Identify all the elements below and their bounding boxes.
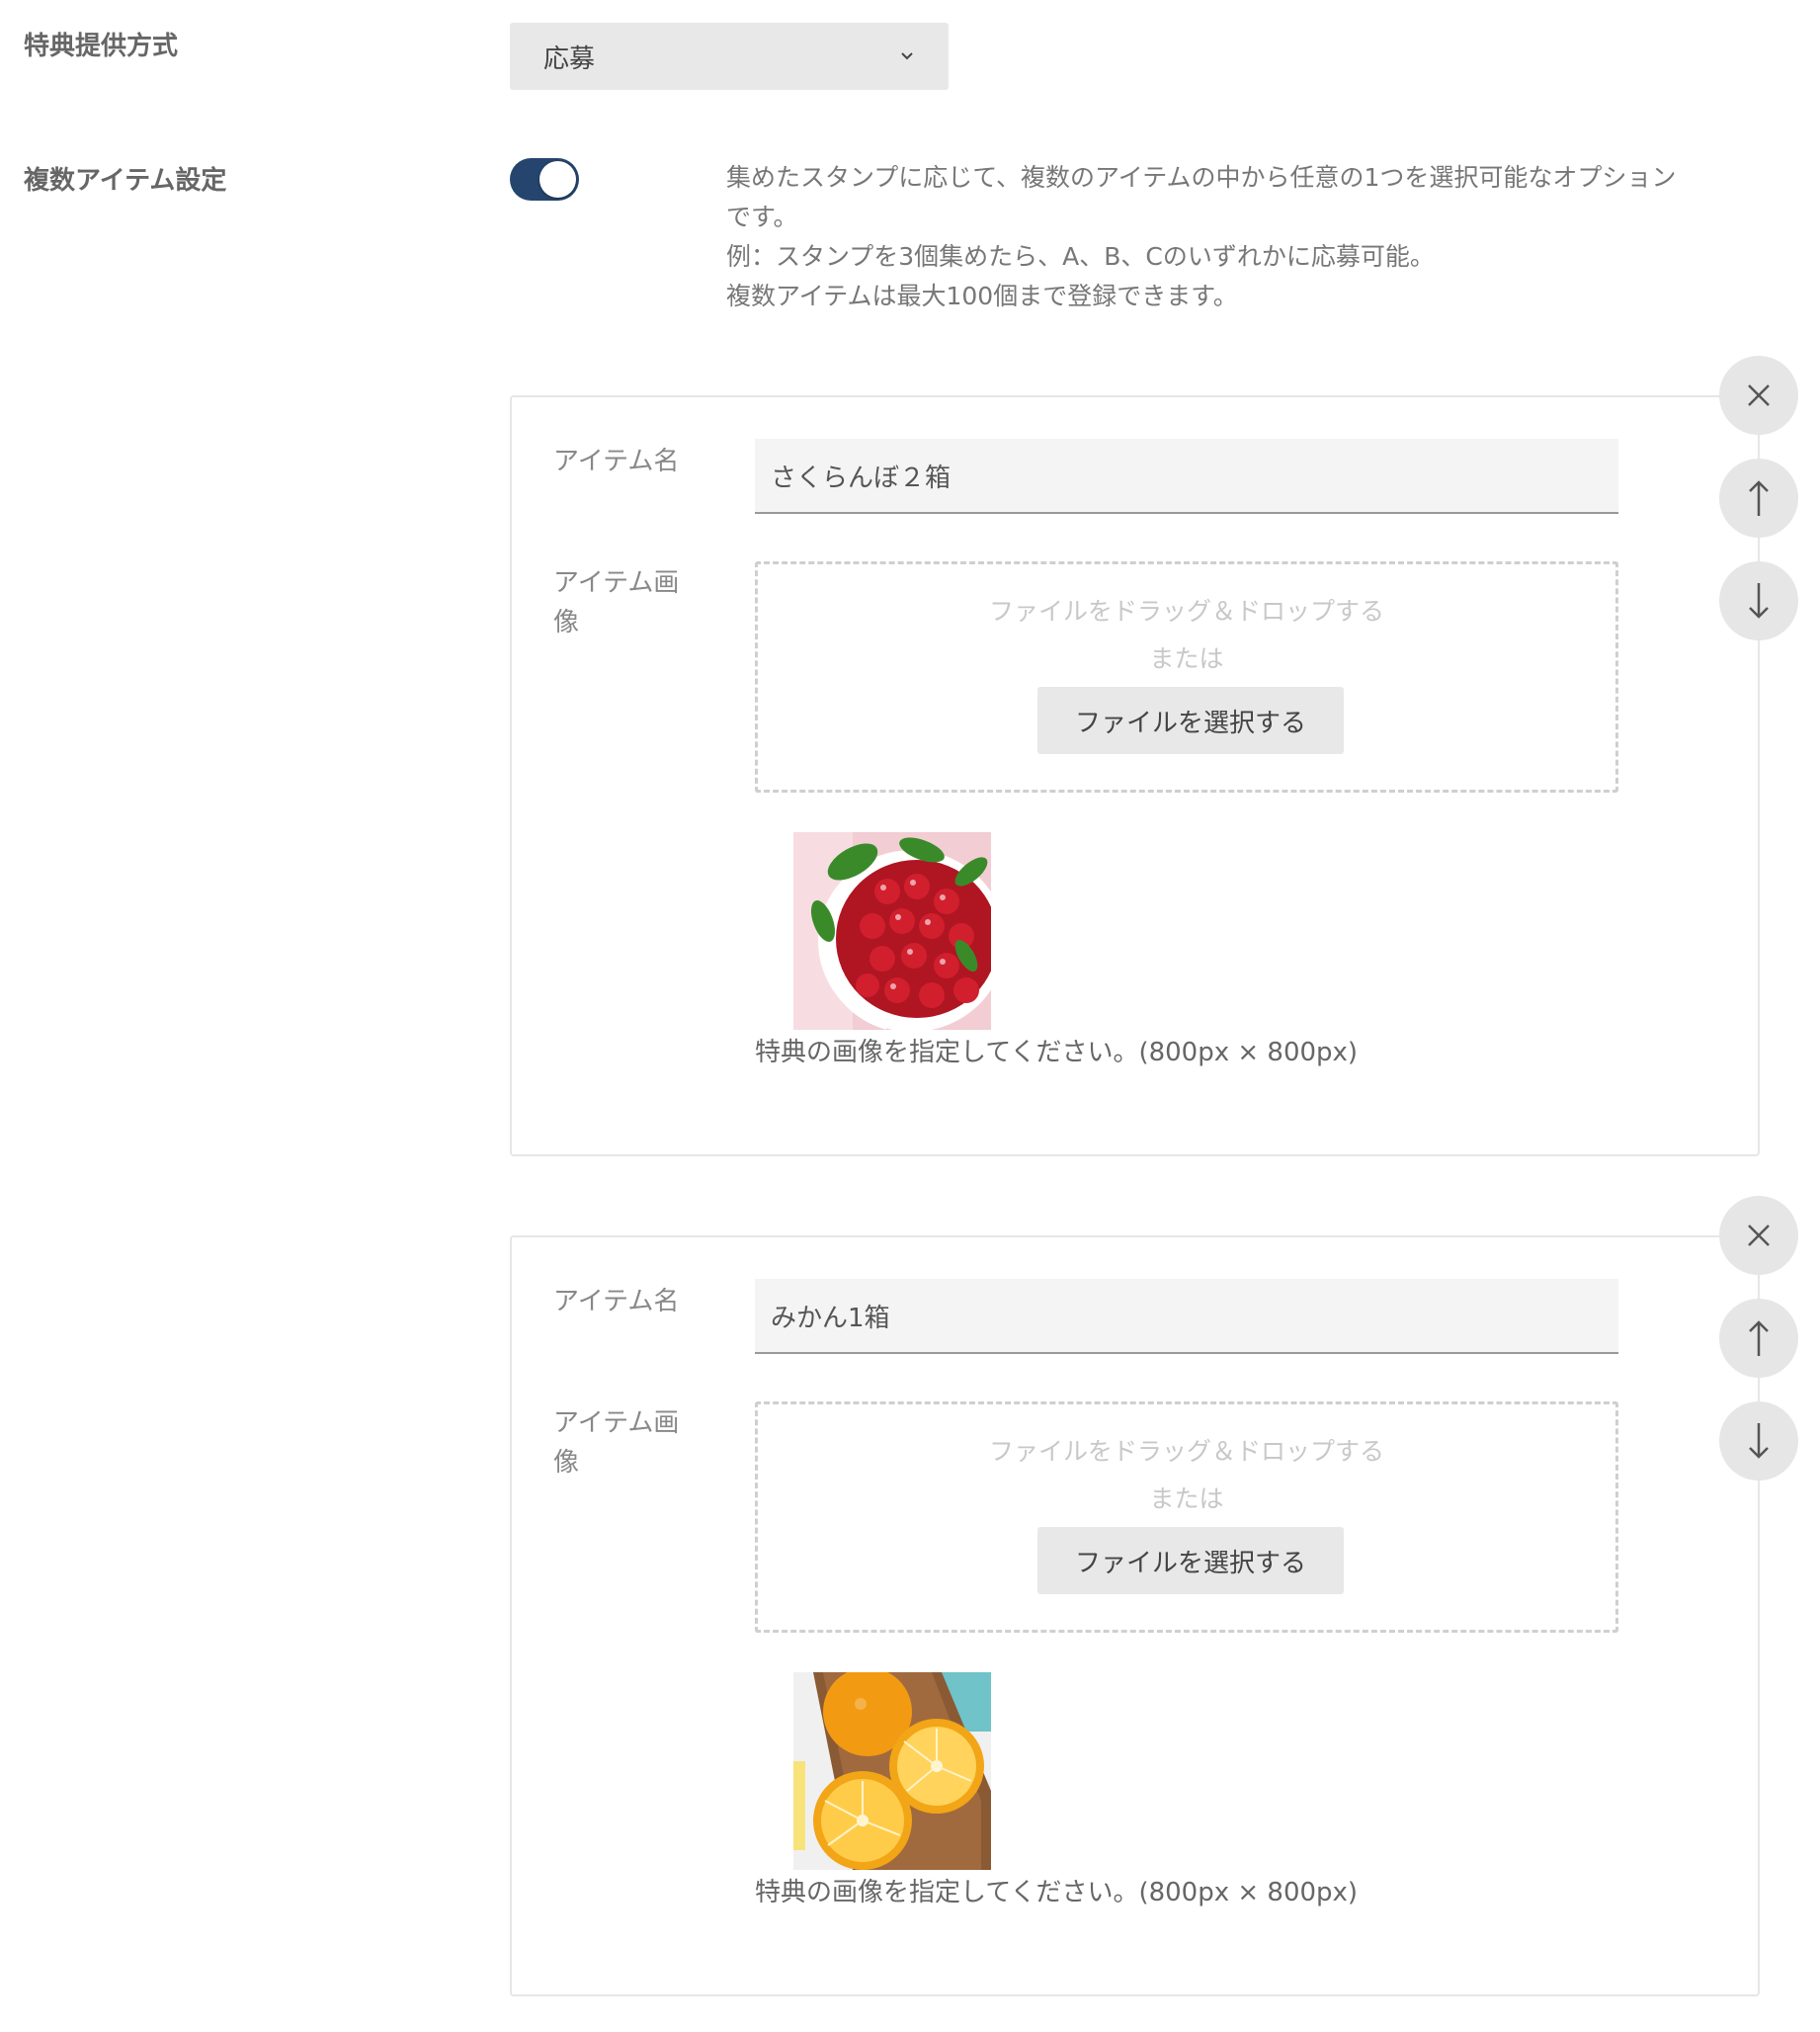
benefit-method-select[interactable]: 応募 [510,23,949,90]
item-card: アイテム名 みかん1箱 アイテム画像 ファイルをドラッグ＆ドロップする または … [510,1235,1760,1996]
image-hint: 特典の画像を指定してください。(800px × 800px) [755,1878,1359,1907]
dropzone-drag-text: ファイルをドラッグ＆ドロップする [988,1437,1384,1466]
select-file-button[interactable]: ファイルを選択する [1037,687,1344,754]
item-name-label: アイテム名 [553,1287,680,1316]
remove-item-button[interactable] [1719,1196,1798,1275]
item-name-value: さくらんぼ２箱 [771,463,951,493]
toggle-knob [539,161,576,198]
move-down-button[interactable] [1719,561,1798,640]
item-name-label: アイテム名 [553,447,680,476]
remove-item-button[interactable] [1719,356,1798,435]
item-card: アイテム名 さくらんぼ２箱 アイテム画像 ファイルをドラッグ＆ドロップする また… [510,395,1760,1156]
image-hint: 特典の画像を指定してください。(800px × 800px) [755,1038,1359,1067]
dropzone-or-text: または [1149,1484,1224,1513]
benefit-method-value: 応募 [543,43,596,74]
arrow-down-icon [1749,1423,1769,1459]
file-dropzone[interactable]: ファイルをドラッグ＆ドロップする または ファイルを選択する [755,561,1618,793]
dropzone-or-text: または [1149,644,1224,673]
arrow-up-icon [1749,1320,1769,1356]
dropzone-drag-text: ファイルをドラッグ＆ドロップする [988,597,1384,626]
description-line: です。 [726,203,798,231]
multi-item-description: 集めたスタンプに応じて、複数のアイテムの中から任意の1つを選択可能なオプション … [726,158,1764,316]
item-name-input[interactable]: さくらんぼ２箱 [755,439,1618,514]
arrow-up-icon [1749,480,1769,516]
close-icon [1748,384,1770,406]
file-dropzone[interactable]: ファイルをドラッグ＆ドロップする または ファイルを選択する [755,1401,1618,1633]
item-image-label: アイテム画像 [553,1408,680,1478]
arrow-down-icon [1749,583,1769,619]
select-file-button[interactable]: ファイルを選択する [1037,1527,1344,1594]
close-icon [1748,1225,1770,1246]
item-name-value: みかん1箱 [771,1303,890,1333]
item-image-label: アイテム画像 [553,568,680,637]
item-name-input[interactable]: みかん1箱 [755,1279,1618,1354]
cherries-photo-icon [793,832,991,1030]
description-line: 複数アイテムは最大100個まで登録できます。 [726,282,1238,310]
move-down-button[interactable] [1719,1401,1798,1481]
multi-item-toggle[interactable] [510,158,579,201]
move-up-button[interactable] [1719,1299,1798,1378]
oranges-photo-icon [793,1672,991,1870]
description-line: 集めたスタンプに応じて、複数のアイテムの中から任意の1つを選択可能なオプション [726,163,1677,192]
chevron-down-icon [901,52,913,60]
multi-item-label: 複数アイテム設定 [24,166,227,196]
description-line: 例：スタンプを3個集めたら、A、B、Cのいずれかに応募可能。 [726,242,1435,271]
move-up-button[interactable] [1719,459,1798,538]
benefit-method-label: 特典提供方式 [24,32,179,61]
